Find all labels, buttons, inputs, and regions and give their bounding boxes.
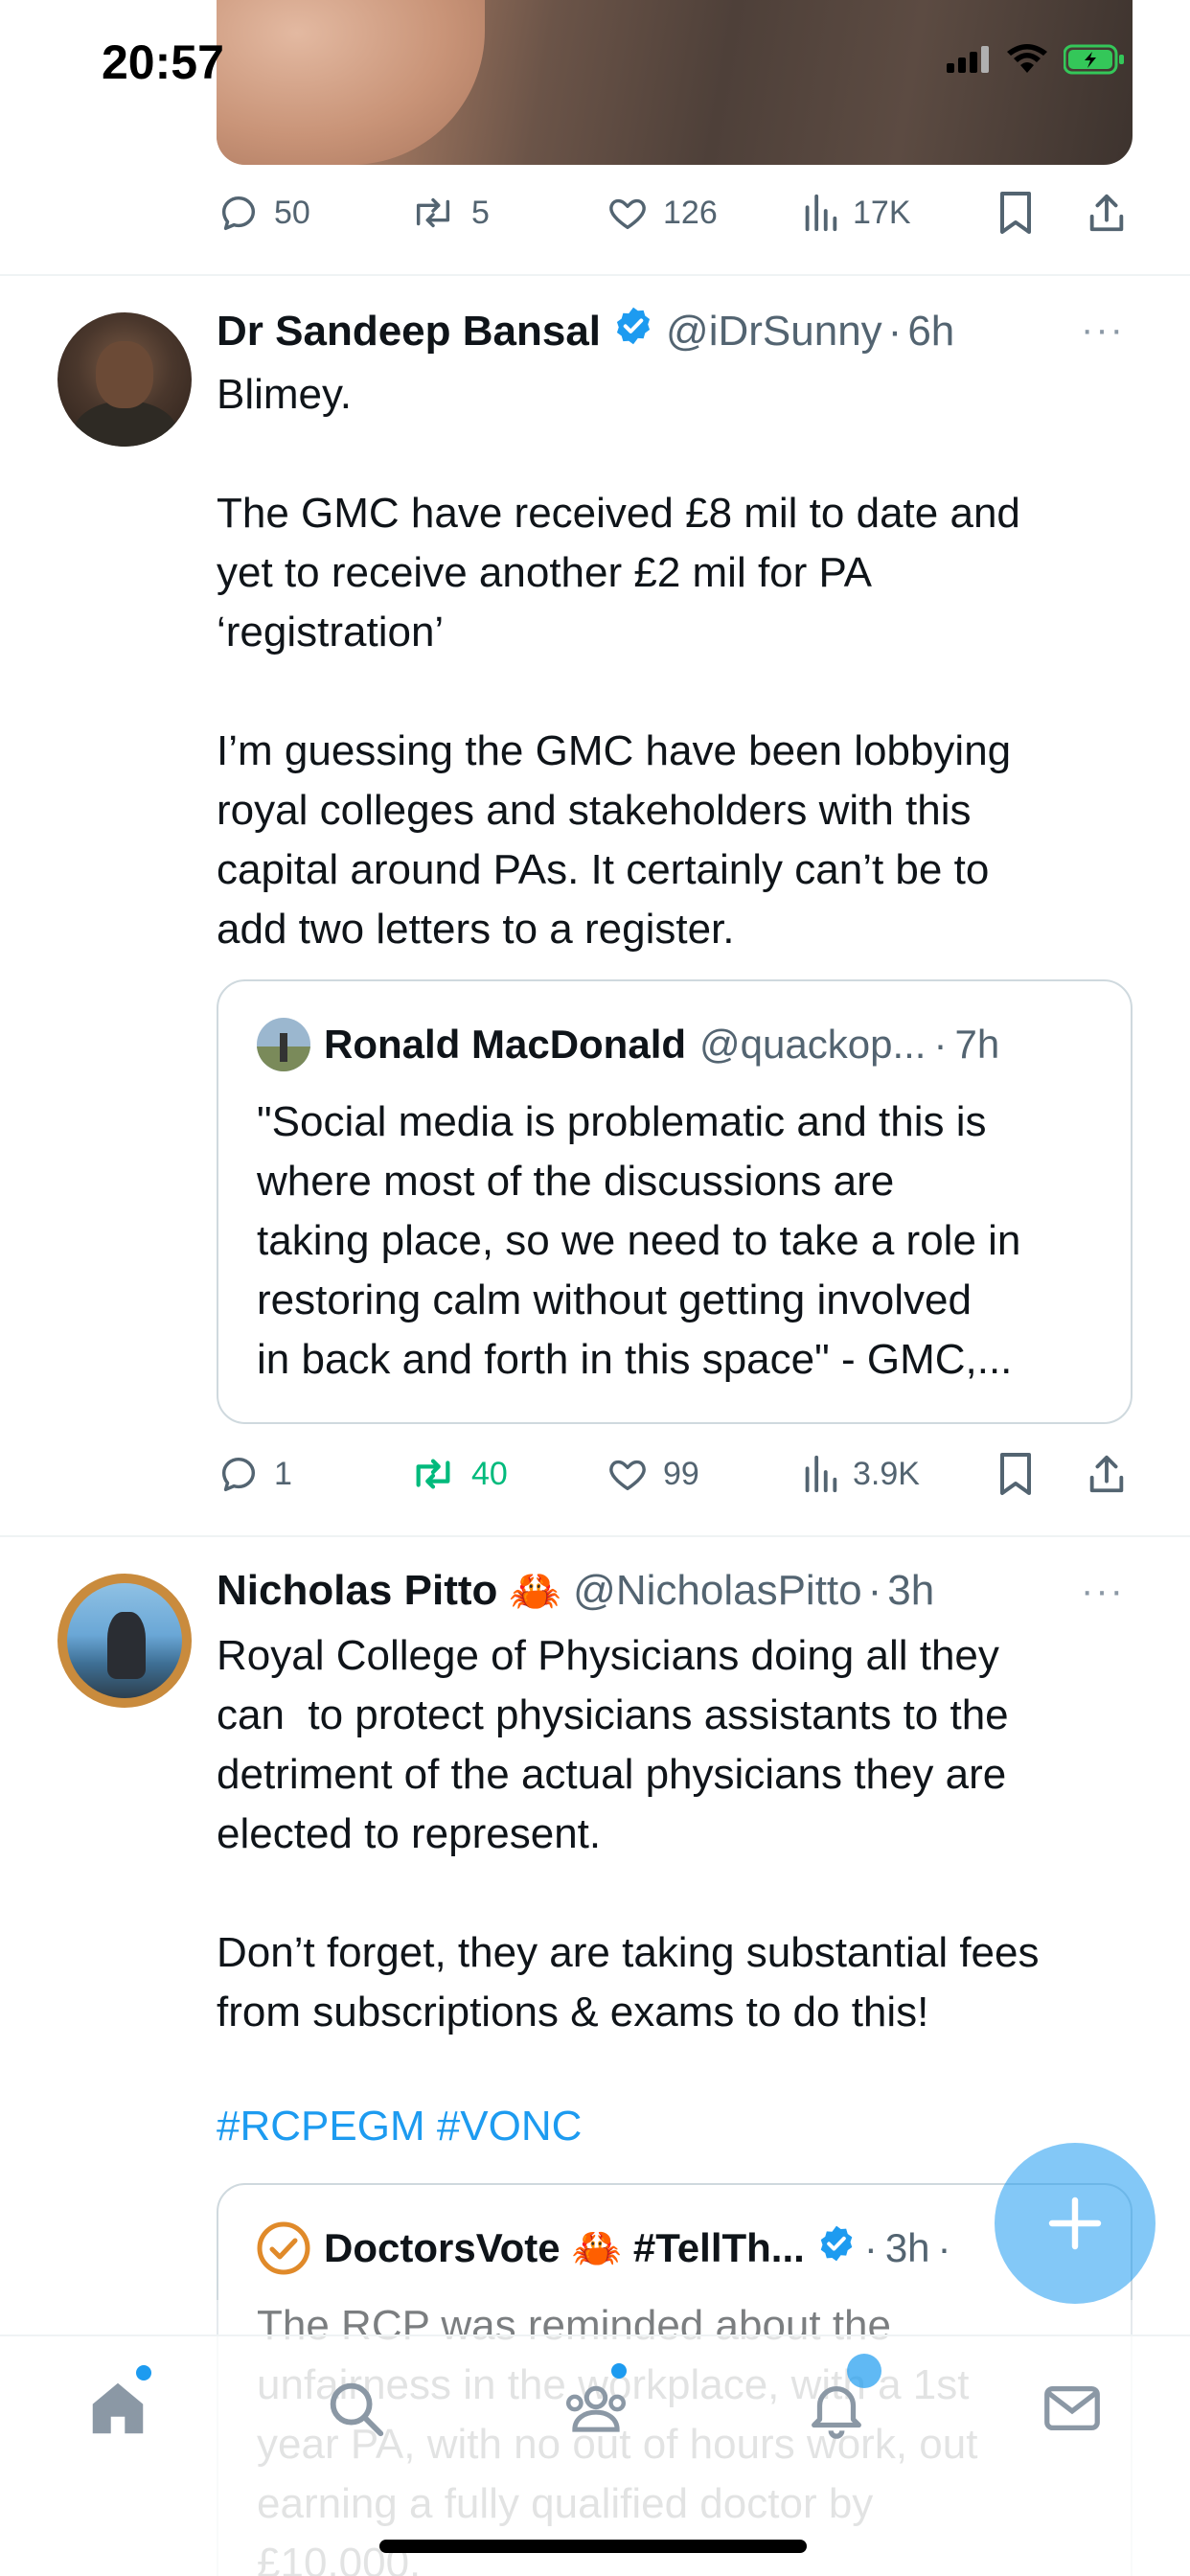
- more-icon[interactable]: ···: [1081, 1570, 1125, 1613]
- like-count: 126: [663, 194, 718, 231]
- bookmark-button[interactable]: [996, 1451, 1035, 1497]
- views-icon: [805, 194, 837, 232]
- notification-badge: [847, 2354, 881, 2388]
- hashtags[interactable]: #RCPEGM #VONC: [217, 2103, 582, 2150]
- views-icon: [805, 1455, 837, 1493]
- post-time[interactable]: 3h: [887, 1567, 934, 1615]
- compose-icon: [1048, 2196, 1102, 2250]
- crab-emoji: 🦀: [509, 1568, 562, 1615]
- like-button[interactable]: 126: [606, 191, 718, 235]
- nav-communities[interactable]: [561, 2375, 630, 2447]
- views-button[interactable]: 3.9K: [801, 1452, 920, 1496]
- quote-time: 3h: [884, 2225, 930, 2270]
- unread-dot: [611, 2363, 627, 2379]
- nav-search[interactable]: [322, 2375, 389, 2447]
- separator: ·: [937, 2225, 951, 2270]
- views-button[interactable]: 17K: [801, 191, 911, 235]
- quote-avatar: [257, 1018, 310, 1071]
- author-name[interactable]: Dr Sandeep Bansal: [217, 308, 601, 356]
- verified-icon: [612, 305, 654, 357]
- author-name[interactable]: Nicholas Pitto: [217, 1567, 497, 1615]
- share-button[interactable]: [1085, 1451, 1129, 1497]
- bookmark-icon: [1000, 1453, 1031, 1495]
- reply-icon: [221, 196, 256, 231]
- quote-text: "Social media is problematic and this is…: [257, 1098, 1021, 1383]
- reply-count: 1: [274, 1455, 292, 1492]
- quoted-tweet[interactable]: Ronald MacDonald @quackop... · 7h "Socia…: [217, 979, 1133, 1424]
- avatar[interactable]: [57, 312, 192, 447]
- signal-icon: [947, 46, 989, 73]
- messages-icon: [1044, 2385, 1100, 2431]
- quote-time: 7h: [954, 1022, 1000, 1067]
- nav-home[interactable]: [84, 2375, 151, 2447]
- reply-button[interactable]: 1: [217, 1452, 292, 1496]
- tweet-header: Dr Sandeep Bansal @iDrSunny · 6h: [217, 305, 954, 357]
- author-handle[interactable]: @iDrSunny: [666, 308, 882, 356]
- unread-dot: [136, 2365, 151, 2380]
- more-icon[interactable]: ···: [1081, 309, 1125, 352]
- quote-author-handle: @quackop...: [699, 1022, 927, 1067]
- home-icon: [92, 2382, 144, 2434]
- status-icons: [947, 44, 1125, 75]
- post-time[interactable]: 6h: [907, 308, 954, 356]
- divider: [0, 274, 1190, 276]
- quote-avatar: [257, 2221, 310, 2275]
- quote-author-name: DoctorsVote: [324, 2225, 561, 2270]
- quote-header: DoctorsVote 🦀 #TellTh... · 3h ·: [257, 2221, 951, 2275]
- reply-icon: [221, 1457, 256, 1492]
- author-handle[interactable]: @NicholasPitto: [573, 1567, 861, 1615]
- like-count: 99: [663, 1455, 699, 1492]
- wifi-icon: [1007, 44, 1047, 73]
- like-button[interactable]: 99: [606, 1452, 699, 1496]
- share-icon: [1089, 1455, 1124, 1493]
- status-time: 20:57: [102, 35, 224, 89]
- search-icon: [330, 2382, 384, 2437]
- tweet-header: Nicholas Pitto 🦀 @NicholasPitto · 3h: [217, 1566, 934, 1616]
- share-icon: [1089, 194, 1124, 232]
- quote-name-suffix: #TellTh...: [632, 2225, 805, 2270]
- top-post-actions: 50 5 126 17K: [217, 184, 1133, 242]
- nav-messages[interactable]: [1039, 2375, 1106, 2447]
- verified-icon: [816, 2223, 857, 2273]
- views-count: 17K: [853, 194, 911, 231]
- like-icon: [609, 1460, 646, 1491]
- repost-count: 5: [471, 194, 490, 231]
- repost-button[interactable]: 5: [408, 191, 490, 235]
- tweet-text: Royal College of Physicians doing all th…: [217, 1632, 1040, 2036]
- reply-count: 50: [274, 194, 310, 231]
- battery-icon: [1064, 44, 1124, 75]
- compose-button[interactable]: [995, 2143, 1156, 2304]
- views-count: 3.9K: [853, 1455, 920, 1492]
- separator: ·: [867, 1567, 882, 1614]
- like-icon: [609, 198, 646, 230]
- bookmark-icon: [1000, 192, 1031, 234]
- crab-emoji: 🦀: [571, 2224, 622, 2270]
- share-button[interactable]: [1085, 190, 1129, 236]
- separator: ·: [933, 1022, 948, 1067]
- quote-header: Ronald MacDonald @quackop... · 7h: [257, 1018, 999, 1071]
- communities-icon: [565, 2385, 627, 2432]
- repost-button[interactable]: 40: [408, 1452, 508, 1496]
- repost-icon: [416, 1459, 450, 1489]
- repost-count: 40: [471, 1455, 508, 1492]
- quote-author-name: Ronald MacDonald: [324, 1022, 687, 1067]
- separator: ·: [863, 2225, 878, 2270]
- avatar[interactable]: [57, 1574, 192, 1708]
- repost-icon: [416, 197, 450, 228]
- tweet-actions: 1 40 99 3.9K: [217, 1445, 1133, 1503]
- status-bar: 20:57: [0, 0, 1190, 134]
- tweet-text: Blimey. The GMC have received £8 mil to …: [217, 371, 1020, 953]
- home-indicator: [379, 2540, 807, 2553]
- separator: ·: [887, 307, 903, 355]
- reply-button[interactable]: 50: [217, 191, 310, 235]
- bookmark-button[interactable]: [996, 190, 1035, 236]
- divider: [0, 1535, 1190, 1537]
